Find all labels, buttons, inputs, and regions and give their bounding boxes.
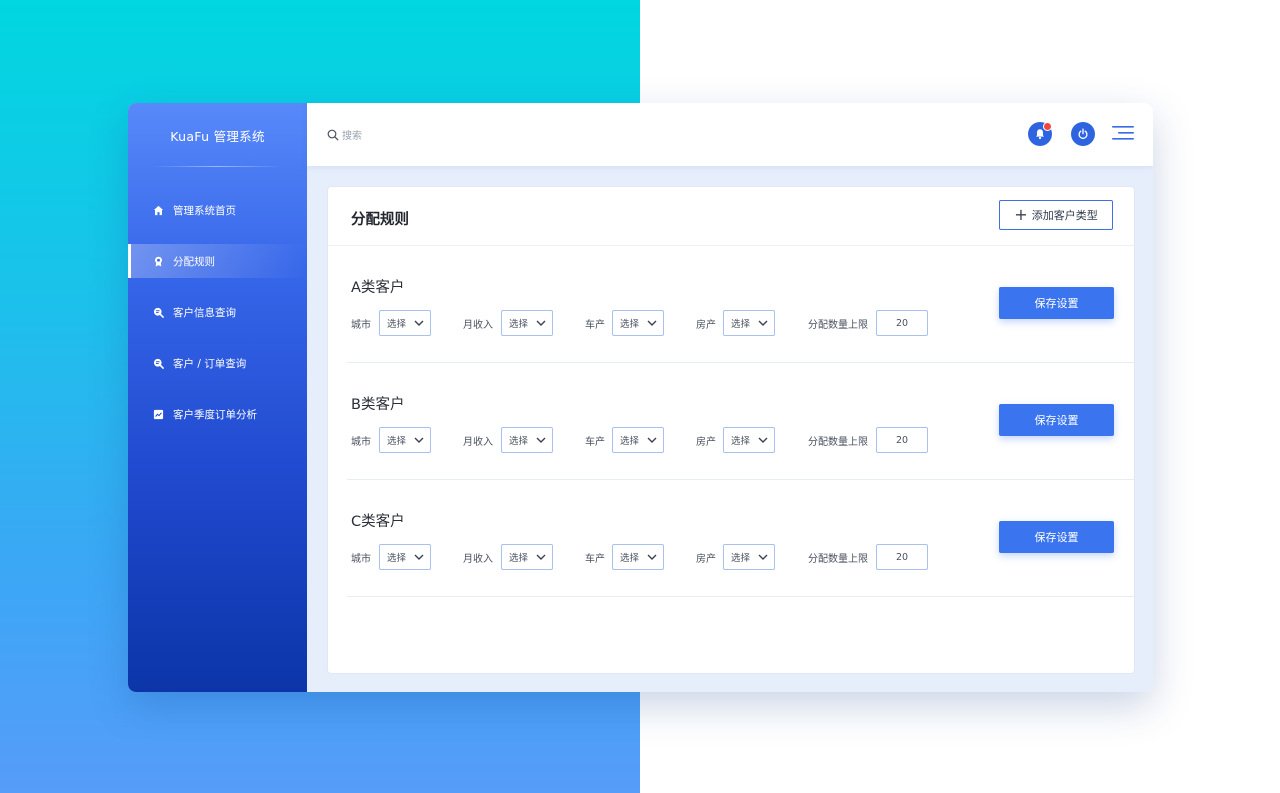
save-button[interactable]: 保存设置 [999, 521, 1114, 553]
chevron-down-icon [647, 554, 657, 560]
chevron-down-icon [414, 554, 424, 560]
sidebar-item-label: 客户季度订单分析 [173, 408, 257, 421]
select-value: 选择 [387, 436, 407, 447]
sidebar-item-customer-query[interactable]: 客户信息查询 [128, 295, 307, 329]
group-title: B类客户 [351, 397, 405, 413]
sidebar-item-allocation-rules[interactable]: 分配规则 [128, 244, 307, 278]
search-box[interactable]: 搜索 [327, 127, 362, 142]
income-label: 月收入 [463, 437, 493, 448]
badge-icon [153, 256, 164, 267]
chevron-down-icon [758, 437, 768, 443]
sidebar-item-quarterly-analysis[interactable]: 客户季度订单分析 [128, 397, 307, 431]
city-label: 城市 [351, 320, 371, 331]
car-select[interactable]: 选择 [612, 427, 664, 453]
city-select[interactable]: 选择 [379, 544, 431, 570]
divider [152, 166, 283, 167]
house-select[interactable]: 选择 [723, 427, 775, 453]
car-select[interactable]: 选择 [612, 544, 664, 570]
limit-input[interactable]: 20 [876, 310, 928, 336]
limit-label: 分配数量上限 [808, 320, 868, 331]
select-value: 选择 [387, 553, 407, 564]
limit-label: 分配数量上限 [808, 437, 868, 448]
limit-input[interactable]: 20 [876, 544, 928, 570]
car-label: 车产 [585, 437, 605, 448]
select-value: 选择 [387, 319, 407, 330]
chevron-down-icon [647, 437, 657, 443]
search-doc-icon [153, 307, 164, 318]
search-doc-icon [153, 358, 164, 369]
select-value: 选择 [620, 319, 640, 330]
house-label: 房产 [696, 437, 716, 448]
sidebar-item-label: 分配规则 [173, 255, 215, 268]
house-select[interactable]: 选择 [723, 310, 775, 336]
sidebar-item-order-query[interactable]: 客户 / 订单查询 [128, 346, 307, 380]
car-label: 车产 [585, 554, 605, 565]
select-value: 选择 [620, 553, 640, 564]
chevron-down-icon [414, 320, 424, 326]
car-label: 车产 [585, 320, 605, 331]
search-placeholder: 搜索 [342, 131, 362, 142]
sidebar-nav: 管理系统首页 分配规则 客户信息查询 客户 / 订单查询 客户季度订单分析 [128, 193, 307, 448]
save-button[interactable]: 保存设置 [999, 287, 1114, 319]
limit-label: 分配数量上限 [808, 554, 868, 565]
chart-icon [153, 409, 164, 420]
chevron-down-icon [536, 554, 546, 560]
group-title: A类客户 [351, 280, 405, 296]
select-value: 选择 [620, 436, 640, 447]
chevron-down-icon [647, 320, 657, 326]
add-button-label: 添加客户类型 [1031, 209, 1098, 222]
sidebar-item-label: 客户信息查询 [173, 306, 236, 319]
sidebar: KuaFu 管理系统 管理系统首页 分配规则 客户信息查询 客户 / 订单查询 … [128, 103, 307, 692]
customer-group-a: A类客户 城市 选择 月收入 选择 车产 选择 房产 选择 分配数量上限 20 … [347, 246, 1134, 363]
notification-button[interactable] [1028, 122, 1052, 146]
city-label: 城市 [351, 554, 371, 565]
city-label: 城市 [351, 437, 371, 448]
select-value: 选择 [731, 319, 751, 330]
select-value: 选择 [509, 436, 529, 447]
notification-dot [1043, 122, 1052, 131]
sidebar-item-label: 管理系统首页 [173, 204, 236, 217]
customer-group-c: C类客户 城市 选择 月收入 选择 车产 选择 房产 选择 分配数量上限 20 … [347, 480, 1134, 597]
house-label: 房产 [696, 554, 716, 565]
add-customer-type-button[interactable]: + 添加客户类型 [999, 200, 1113, 230]
topbar: 搜索 [307, 103, 1153, 166]
chevron-down-icon [536, 437, 546, 443]
sidebar-item-label: 客户 / 订单查询 [173, 357, 247, 370]
allocation-rules-panel: 分配规则 + 添加客户类型 A类客户 城市 选择 月收入 选择 车产 选择 房产… [327, 186, 1135, 674]
income-label: 月收入 [463, 554, 493, 565]
customer-group-b: B类客户 城市 选择 月收入 选择 车产 选择 房产 选择 分配数量上限 20 … [347, 363, 1134, 480]
select-value: 选择 [731, 436, 751, 447]
chevron-down-icon [758, 320, 768, 326]
income-select[interactable]: 选择 [501, 427, 553, 453]
income-label: 月收入 [463, 320, 493, 331]
menu-icon[interactable] [1112, 125, 1134, 141]
house-label: 房产 [696, 320, 716, 331]
chevron-down-icon [536, 320, 546, 326]
power-icon [1078, 128, 1088, 139]
chevron-down-icon [758, 554, 768, 560]
select-value: 选择 [731, 553, 751, 564]
search-icon [327, 129, 339, 140]
plus-icon: + [1014, 205, 1028, 224]
power-button[interactable] [1071, 122, 1095, 146]
brand-title: KuaFu 管理系统 [170, 129, 265, 144]
panel-header: 分配规则 + 添加客户类型 [328, 187, 1134, 246]
chevron-down-icon [414, 437, 424, 443]
income-select[interactable]: 选择 [501, 544, 553, 570]
select-value: 选择 [509, 553, 529, 564]
car-select[interactable]: 选择 [612, 310, 664, 336]
group-title: C类客户 [351, 514, 405, 530]
home-icon [153, 205, 164, 216]
city-select[interactable]: 选择 [379, 310, 431, 336]
income-select[interactable]: 选择 [501, 310, 553, 336]
app-window: KuaFu 管理系统 管理系统首页 分配规则 客户信息查询 客户 / 订单查询 … [128, 103, 1153, 692]
house-select[interactable]: 选择 [723, 544, 775, 570]
save-button[interactable]: 保存设置 [999, 404, 1114, 436]
select-value: 选择 [509, 319, 529, 330]
sidebar-item-home[interactable]: 管理系统首页 [128, 193, 307, 227]
page-title: 分配规则 [351, 212, 409, 228]
limit-input[interactable]: 20 [876, 427, 928, 453]
city-select[interactable]: 选择 [379, 427, 431, 453]
